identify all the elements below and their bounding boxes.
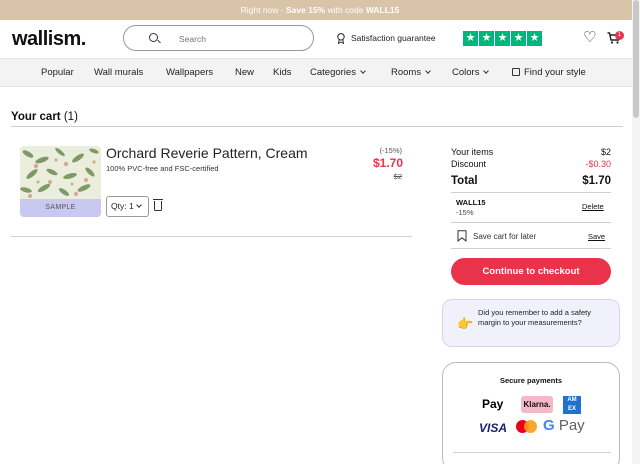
bookmark-icon — [457, 230, 467, 242]
apple-pay-logo: Pay — [482, 397, 503, 411]
divider — [11, 236, 412, 237]
nav-item-wallpapers[interactable]: Wallpapers — [166, 67, 213, 78]
star-icon: ★ — [463, 31, 478, 46]
delete-code-link[interactable]: Delete — [582, 202, 604, 211]
divider — [453, 452, 611, 453]
nav-item-popular[interactable]: Popular — [41, 67, 74, 78]
nav-item-kids[interactable]: Kids — [273, 67, 291, 78]
quantity-select[interactable]: Qty: 1 — [106, 196, 149, 217]
checkout-button[interactable]: Continue to checkout — [451, 258, 611, 285]
google-g-icon: G — [543, 417, 555, 434]
star-icon: ★ — [479, 31, 494, 46]
search-input[interactable] — [179, 31, 299, 46]
save-cart-later-label: Save cart for later — [473, 232, 537, 241]
divider — [451, 222, 611, 223]
summary-discount-value: -$0.30 — [585, 159, 611, 169]
summary-items-label: Your items — [451, 147, 494, 157]
nav-item-colors[interactable]: Colors — [452, 67, 490, 78]
search-icon — [149, 33, 158, 42]
apple-pay-label: Pay — [482, 397, 504, 411]
nav-colors-label: Colors — [452, 67, 480, 78]
nav-item-categories[interactable]: Categories — [310, 67, 366, 78]
applied-discount-percent: -15% — [456, 208, 474, 217]
klarna-logo: Klarna. — [521, 396, 553, 413]
tip-text: Did you remember to add a safety margin … — [478, 308, 591, 327]
amex-logo: AM EX — [563, 396, 581, 414]
summary-discount-label: Discount — [451, 159, 487, 169]
wishlist-heart-icon[interactable]: ♡ — [583, 30, 597, 45]
chevron-down-icon — [483, 68, 490, 74]
nav-item-find-your-style[interactable]: Find your style — [512, 67, 586, 78]
promo-middle: with code — [325, 5, 366, 15]
nav-find-style-label: Find your style — [524, 67, 586, 78]
scrollbar-thumb[interactable] — [633, 0, 639, 118]
chevron-down-icon — [360, 68, 366, 74]
divider — [11, 126, 623, 127]
secure-payments-box: Secure payments Pay Klarna. AM EX VISA G… — [442, 362, 620, 464]
product-thumbnail[interactable]: SAMPLE — [20, 146, 101, 217]
page-scrollbar[interactable] — [632, 0, 640, 464]
trustpilot-rating[interactable]: ★ ★ ★ ★ ★ — [463, 31, 542, 46]
item-discount-percent: (-15%) — [379, 146, 402, 155]
item-original-price: $2 — [393, 172, 402, 181]
google-pay-logo: G Pay — [543, 417, 585, 434]
nav-item-wall-murals[interactable]: Wall murals — [94, 67, 143, 78]
nav-rooms-label: Rooms — [391, 67, 422, 78]
guarantee-label: Satisfaction guarantee — [351, 33, 436, 43]
site-header: wallism. Satisfaction guarantee ★ ★ ★ ★ … — [0, 20, 632, 58]
sample-badge: SAMPLE — [20, 199, 101, 217]
pointing-hand-icon: 👉 — [457, 316, 474, 331]
award-ribbon-icon — [337, 33, 345, 44]
applied-discount-code: WALL15 — [456, 198, 486, 207]
star-icon: ★ — [495, 31, 510, 46]
cart-item-count: (1) — [63, 111, 78, 123]
visa-logo: VISA — [479, 421, 508, 435]
google-pay-label: Pay — [554, 417, 585, 434]
product-description: 100% PVC-free and FSC-certified — [106, 164, 219, 173]
nav-item-new[interactable]: New — [235, 67, 254, 78]
star-icon: ★ — [511, 31, 526, 46]
chevron-down-icon — [136, 202, 142, 208]
product-name[interactable]: Orchard Reverie Pattern, Cream — [106, 145, 308, 161]
cart-count-badge: 1 — [615, 31, 624, 40]
secure-payments-title: Secure payments — [499, 376, 563, 385]
measurement-tip: 👉 Did you remember to add a safety margi… — [442, 299, 620, 347]
nav-categories-label: Categories — [310, 67, 356, 78]
summary-total-label: Total — [451, 175, 478, 187]
divider — [451, 248, 611, 249]
item-price: $1.70 — [372, 156, 403, 170]
quantity-label: Qty: 1 — [111, 201, 134, 211]
divider — [451, 192, 611, 193]
save-cart-link[interactable]: Save — [588, 232, 605, 241]
search-box[interactable] — [123, 25, 314, 51]
trash-icon[interactable] — [153, 199, 163, 211]
promo-code: WALL15 — [365, 5, 400, 15]
cart-title-label: Your cart — [11, 111, 61, 123]
image-icon — [512, 68, 520, 76]
star-icon: ★ — [527, 31, 542, 46]
summary-items-value: $2 — [600, 147, 611, 157]
promo-banner: Right now - Save 15% with code WALL15 — [0, 0, 640, 20]
site-logo[interactable]: wallism. — [12, 28, 86, 51]
chevron-down-icon — [425, 68, 431, 74]
cart-title: Your cart (1) — [11, 111, 78, 123]
promo-prefix: Right now - — [240, 5, 286, 15]
mastercard-logo — [516, 420, 537, 434]
promo-offer: Save 15% — [285, 5, 326, 15]
nav-item-rooms[interactable]: Rooms — [391, 67, 431, 78]
summary-total-value: $1.70 — [582, 175, 611, 187]
main-nav: Popular Wall murals Wallpapers New Kids … — [0, 58, 632, 87]
